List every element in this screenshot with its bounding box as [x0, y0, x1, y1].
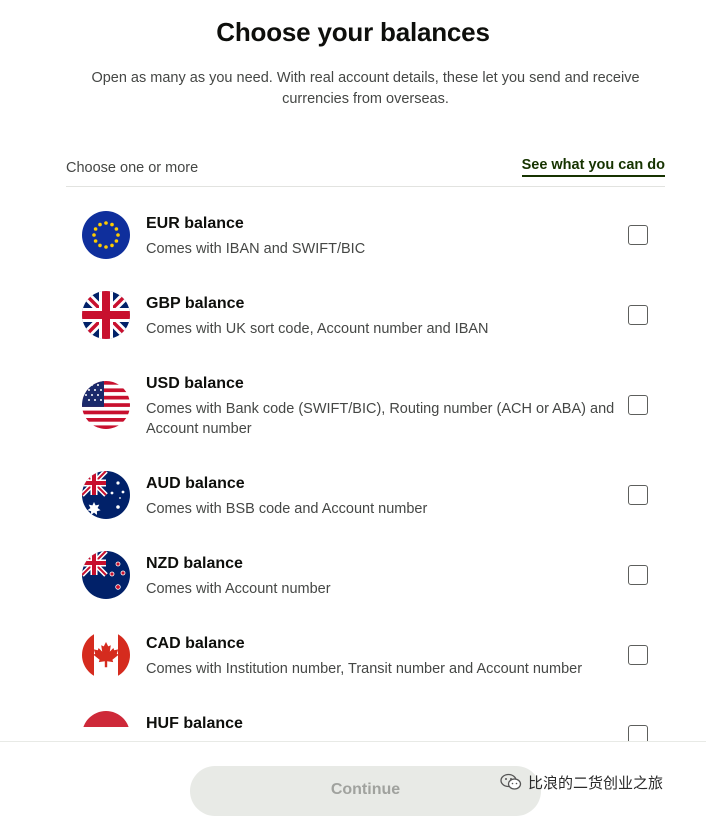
- balance-description: Comes with UK sort code, Account number …: [146, 321, 489, 337]
- balance-row-huf[interactable]: HUF balance: [0, 695, 706, 741]
- balance-description: Comes with Institution number, Transit n…: [146, 661, 583, 677]
- balance-description: Comes with Account number: [146, 581, 331, 597]
- hu-flag-icon: [82, 711, 130, 741]
- page-subtitle: Open as many as you need. With real acco…: [91, 70, 640, 107]
- balance-checkbox-huf[interactable]: [628, 725, 648, 741]
- au-flag-icon: [82, 471, 130, 519]
- balance-checkbox-gbp[interactable]: [628, 305, 648, 325]
- balance-description: Comes with IBAN and SWIFT/BIC: [146, 241, 366, 257]
- watermark-text: 比浪的二货创业之旅: [528, 773, 664, 792]
- balance-row-gbp[interactable]: GBP balance Comes with UK sort code, Acc…: [0, 275, 706, 355]
- balance-checkbox-usd[interactable]: [628, 395, 648, 415]
- balance-name: AUD balance: [146, 475, 245, 492]
- see-what-you-can-do-link[interactable]: See what you can do: [521, 157, 665, 177]
- list-subheader: Choose one or more See what you can do: [66, 152, 665, 187]
- uk-flag-icon: [82, 291, 130, 339]
- balance-name: USD balance: [146, 375, 244, 392]
- balance-row-nzd[interactable]: NZD balance Comes with Account number: [0, 535, 706, 615]
- balance-list: EUR balance Comes with IBAN and SWIFT/BI…: [0, 195, 706, 741]
- balance-checkbox-nzd[interactable]: [628, 565, 648, 585]
- balance-name: EUR balance: [146, 215, 244, 232]
- watermark: 比浪的二货创业之旅: [500, 772, 663, 792]
- balance-description: Comes with BSB code and Account number: [146, 501, 428, 517]
- balance-checkbox-aud[interactable]: [628, 485, 648, 505]
- balance-row-cad[interactable]: CAD balance Comes with Institution numbe…: [0, 615, 706, 695]
- balance-name: GBP balance: [146, 295, 245, 312]
- nz-flag-icon: [82, 551, 130, 599]
- continue-button[interactable]: Continue: [190, 766, 541, 816]
- balance-row-usd[interactable]: USD balance Comes with Bank code (SWIFT/…: [0, 355, 706, 455]
- balance-name: HUF balance: [146, 715, 243, 732]
- balance-name: CAD balance: [146, 635, 245, 652]
- balance-checkbox-eur[interactable]: [628, 225, 648, 245]
- ca-flag-icon: [82, 631, 130, 679]
- wechat-icon: [500, 773, 522, 790]
- balance-row-eur[interactable]: EUR balance Comes with IBAN and SWIFT/BI…: [0, 195, 706, 275]
- balance-checkbox-cad[interactable]: [628, 645, 648, 665]
- balance-name: NZD balance: [146, 555, 243, 572]
- page-title: Choose your balances: [216, 17, 490, 47]
- balance-row-aud[interactable]: AUD balance Comes with BSB code and Acco…: [0, 455, 706, 535]
- us-flag-icon: [82, 381, 130, 429]
- balance-description: Comes with Bank code (SWIFT/BIC), Routin…: [146, 401, 615, 437]
- choose-label: Choose one or more: [66, 160, 199, 176]
- eu-flag-icon: [82, 211, 130, 259]
